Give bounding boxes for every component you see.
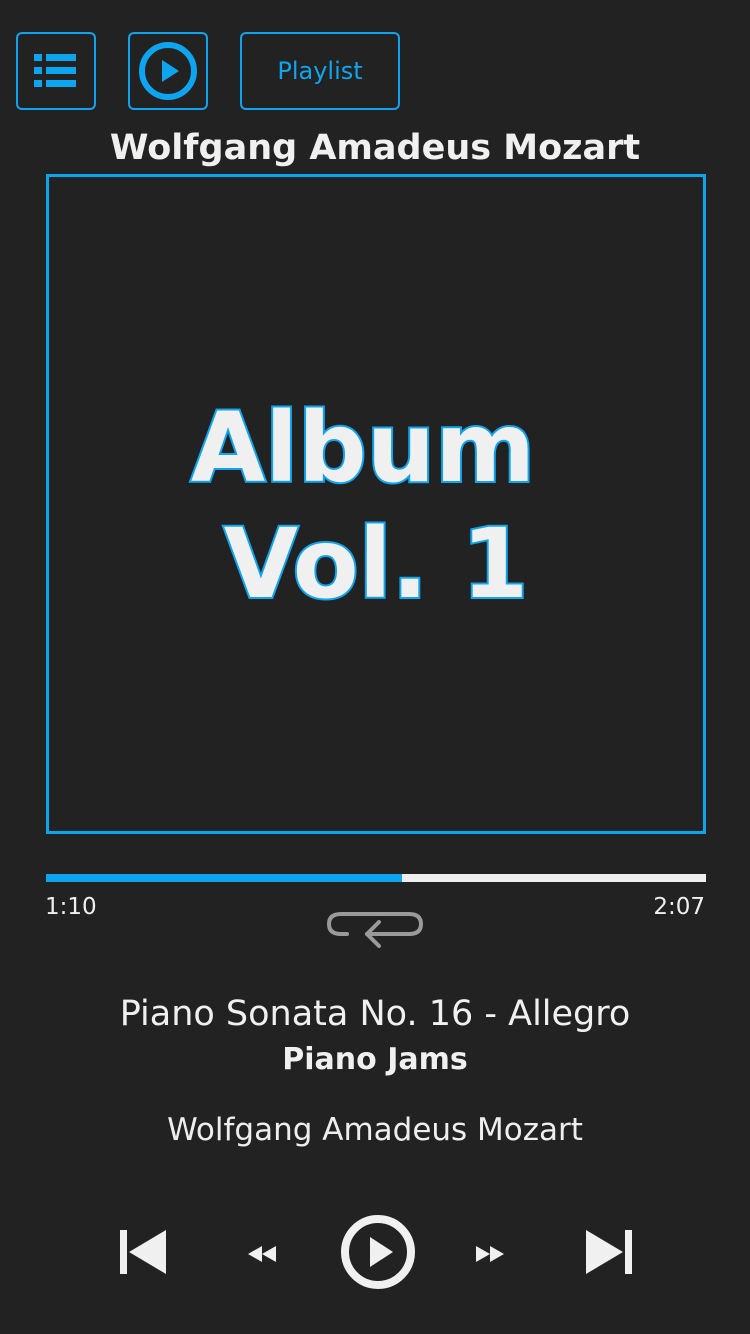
skip-next-icon[interactable] [582, 1226, 636, 1278]
playlist-label: Playlist [277, 57, 363, 85]
skip-previous-icon[interactable] [116, 1226, 170, 1278]
artist-heading: Wolfgang Amadeus Mozart [109, 128, 641, 168]
now-playing-button[interactable] [128, 32, 208, 110]
list-button[interactable] [16, 32, 96, 110]
rewind-icon[interactable] [244, 1240, 280, 1268]
fast-forward-icon[interactable] [472, 1240, 508, 1268]
album-cover-art: Album Vol. 1 [189, 390, 537, 622]
artist-name: Wolfgang Amadeus Mozart [167, 1112, 583, 1148]
repeat-button[interactable] [325, 908, 425, 954]
album-cover-title-line2: Vol. 1 [224, 508, 529, 620]
elapsed-time: 1:10 [45, 894, 97, 920]
song-title: Piano Sonata No. 16 - Allegro [119, 994, 631, 1034]
album-cover: Album Vol. 1 [46, 174, 706, 834]
album-name: Piano Jams [282, 1042, 468, 1077]
playlist-button[interactable]: Playlist [240, 32, 400, 110]
music-player-screen: Playlist Wolfgang Amadeus Mozart Album V… [0, 0, 750, 1334]
progress-fill [46, 874, 403, 882]
list-icon [34, 54, 76, 87]
progress-bar[interactable] [46, 874, 706, 882]
play-pause-button[interactable] [338, 1212, 418, 1292]
total-time: 2:07 [653, 894, 705, 920]
repeat-icon [327, 912, 423, 948]
play-circle-icon [139, 42, 197, 100]
album-cover-title-line1: Album [191, 392, 535, 504]
